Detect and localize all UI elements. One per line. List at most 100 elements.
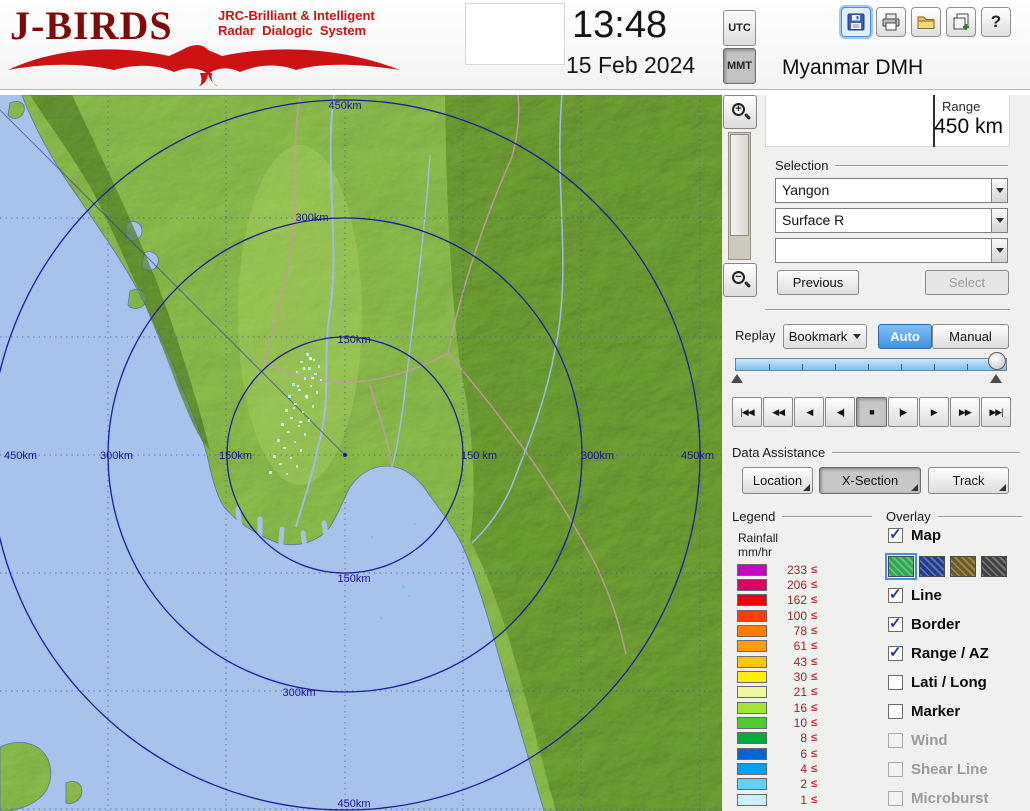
zoom-in-button[interactable]: + — [723, 95, 757, 129]
stop-button[interactable]: ■ — [856, 397, 886, 427]
timeline-slider[interactable] — [735, 358, 1007, 371]
legend-swatch — [737, 640, 767, 652]
option-dropdown[interactable] — [775, 238, 1008, 263]
svg-text:450km: 450km — [4, 450, 37, 462]
overlay-item-line[interactable]: Line — [888, 585, 1028, 606]
central-valley — [238, 145, 362, 485]
overlay-item-border[interactable]: Border — [888, 614, 1028, 635]
print-button[interactable] — [876, 7, 906, 37]
zoom-scrollbar[interactable] — [728, 132, 751, 260]
timeline-tick — [769, 364, 770, 370]
step-back-button[interactable]: ◀| — [825, 397, 855, 427]
svg-text:150km: 150km — [337, 334, 370, 346]
bookmark-button[interactable]: Bookmark — [783, 324, 867, 349]
svg-text:300km: 300km — [581, 450, 614, 462]
overlay-item-map[interactable]: Map — [888, 525, 1028, 546]
step-forward-button[interactable]: |▶ — [888, 397, 918, 427]
map-color-navy[interactable] — [919, 556, 945, 577]
header-blank-panel — [465, 3, 565, 65]
site-dropdown[interactable]: Yangon — [775, 178, 1008, 203]
legend-item: 10≤ — [737, 715, 857, 730]
map-color-gray[interactable] — [981, 556, 1007, 577]
chevron-down-icon — [996, 248, 1004, 257]
zoom-out-button[interactable]: − — [723, 263, 757, 297]
svg-text:450km: 450km — [337, 798, 370, 810]
legend-label: Legend — [732, 509, 775, 524]
svg-text:300km: 300km — [100, 450, 133, 462]
previous-button[interactable]: Previous — [777, 270, 859, 295]
fast-rewind-button[interactable]: ◀◀ — [763, 397, 793, 427]
play-reverse-button[interactable]: ◀ — [794, 397, 824, 427]
copy-add-icon — [951, 12, 971, 32]
checkbox[interactable] — [888, 617, 903, 632]
range-value: 450 km — [934, 115, 1003, 139]
fast-forward-button[interactable]: ▶▶ — [950, 397, 980, 427]
zoom-scrollbar-thumb[interactable] — [730, 134, 749, 236]
legend-swatch — [737, 564, 767, 576]
open-button[interactable] — [911, 7, 941, 37]
zoom-out-icon: − — [730, 270, 750, 290]
save-button[interactable] — [841, 7, 871, 37]
overlay-item-shear-line: Shear Line — [888, 759, 1028, 780]
eagle-logo-icon — [4, 40, 404, 88]
svg-text:150 km: 150 km — [461, 450, 497, 462]
utc-button[interactable]: UTC — [723, 10, 756, 46]
jbirds-app: J-BIRDS JRC-Brilliant & IntelligentRadar… — [0, 0, 1030, 811]
legend-item: 6≤ — [737, 746, 857, 761]
option-dropdown-button[interactable] — [991, 238, 1008, 263]
auto-replay-button[interactable]: Auto — [878, 324, 932, 349]
svg-text:300km: 300km — [295, 212, 328, 224]
overlay-item-marker[interactable]: Marker — [888, 701, 1028, 722]
legend-swatch — [737, 748, 767, 760]
goto-last-button[interactable]: ▶▶| — [981, 397, 1011, 427]
site-dropdown-value[interactable]: Yangon — [775, 178, 991, 203]
timeline-tick — [967, 364, 968, 370]
legend-swatch — [737, 732, 767, 744]
radar-map-view[interactable]: 450km 300km 150km 450km 300km 150km 150 … — [0, 95, 722, 811]
checkbox[interactable] — [888, 588, 903, 603]
play-button[interactable]: ▶ — [919, 397, 949, 427]
data-assistance-rule — [832, 452, 1020, 454]
legend-item: 162≤ — [737, 593, 857, 608]
checkbox[interactable] — [888, 528, 903, 543]
site-dropdown-button[interactable] — [991, 178, 1008, 203]
overlay-item-lati-long[interactable]: Lati / Long — [888, 672, 1028, 693]
help-button[interactable]: ? — [981, 7, 1011, 37]
product-dropdown[interactable]: Surface R — [775, 208, 1008, 233]
radar-map[interactable]: 450km 300km 150km 450km 300km 150km 150 … — [0, 95, 722, 811]
legend-rule — [782, 516, 872, 518]
export-button[interactable] — [946, 7, 976, 37]
checkbox[interactable] — [888, 704, 903, 719]
legend-swatch — [737, 794, 767, 806]
timeline-thumb[interactable] — [988, 352, 1006, 370]
printer-icon — [881, 12, 901, 32]
mmt-button[interactable]: MMT — [723, 48, 756, 84]
track-button[interactable]: Track — [928, 467, 1009, 494]
xsection-button[interactable]: X-Section — [819, 467, 921, 494]
select-button[interactable]: Select — [925, 270, 1009, 295]
overlay-item-range-az[interactable]: Range / AZ — [888, 643, 1028, 664]
map-zoom-controls: + − — [722, 95, 758, 305]
timeline-start-marker[interactable] — [731, 374, 743, 383]
map-color-green[interactable] — [888, 556, 914, 577]
chevron-down-icon — [996, 188, 1004, 197]
header-bar: J-BIRDS JRC-Brilliant & IntelligentRadar… — [0, 0, 1030, 90]
location-button[interactable]: Location — [742, 467, 813, 494]
timeline-end-marker[interactable] — [990, 374, 1002, 383]
goto-first-button[interactable]: |◀◀ — [732, 397, 762, 427]
product-dropdown-button[interactable] — [991, 208, 1008, 233]
data-assistance-label: Data Assistance — [732, 445, 825, 460]
legend-swatch — [737, 763, 767, 775]
legend-item: 2≤ — [737, 777, 857, 792]
product-dropdown-value[interactable]: Surface R — [775, 208, 991, 233]
legend-swatch — [737, 686, 767, 698]
option-dropdown-value[interactable] — [775, 238, 991, 263]
overlay-item-microburst: Microburst — [888, 788, 1028, 809]
replay-label: Replay — [735, 328, 775, 343]
checkbox[interactable] — [888, 675, 903, 690]
map-color-olive[interactable] — [950, 556, 976, 577]
checkbox[interactable] — [888, 646, 903, 661]
manual-replay-button[interactable]: Manual — [932, 324, 1009, 349]
range-display: Range 450 km — [765, 95, 1010, 147]
control-panel: Range 450 km Selection Yangon Surface R … — [722, 95, 1030, 811]
